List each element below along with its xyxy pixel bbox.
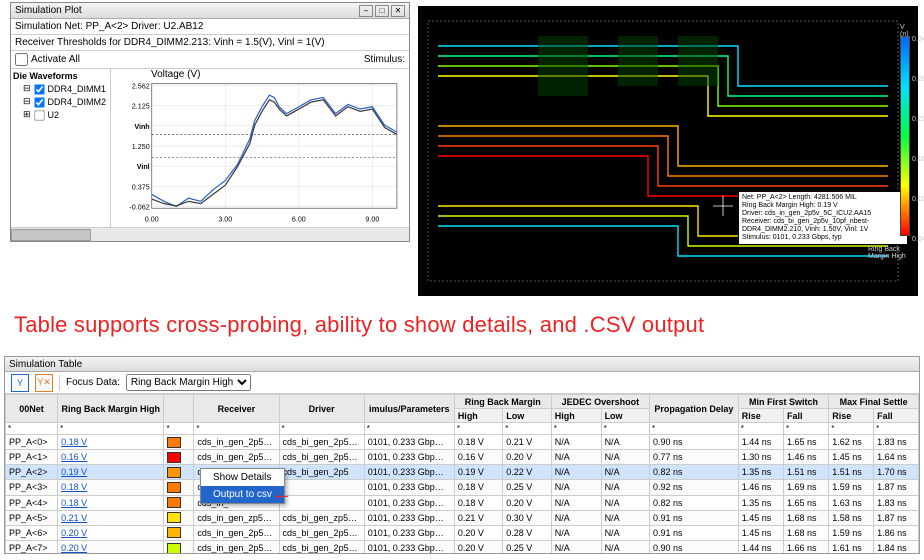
simulation-plot-window: Simulation Plot – □ ✕ Simulation Net: PP… [10,2,410,242]
column-filter-input[interactable] [602,423,649,434]
pcb-svg [418,6,918,296]
table-row[interactable]: PP_A<7>0.20 Vcds_in_gen_2p5…cds_bi_gen_2… [6,540,919,553]
die-tree-item[interactable]: ⊟ DDR4_DIMM2 [13,96,108,109]
color-legend: V (n) 0.340.280.220.160.100.04 Ring Back… [900,36,914,266]
arrow-annotation-icon: ← [272,483,292,506]
svg-text:0.00: 0.00 [145,216,159,224]
column-filter-input[interactable] [552,423,601,434]
svg-text:2.562: 2.562 [132,82,150,90]
column-header[interactable]: Fall [874,409,919,423]
column-header[interactable]: Low [503,409,551,423]
column-header[interactable]: Rise [738,409,783,423]
voltage-chart[interactable]: Voltage (V) -0.062 0.375 Vinl 1.250 Vinh 2.12… [111,69,409,227]
simulation-table-window: Simulation Table Y Y✕ Focus Data: Ring B… [4,356,920,554]
column-group-header[interactable]: imulus/Parameters [364,395,454,423]
svg-text:6.00: 6.00 [292,216,306,224]
simulation-grid[interactable]: 00NetRing Back Margin HighReceiverDriver… [5,394,919,553]
activate-all-checkbox[interactable]: Activate All [15,53,80,66]
svg-text:0.375: 0.375 [132,183,150,191]
column-filter-input[interactable] [365,423,454,434]
pcb-tooltip: Net: PP_A<2> Length: 4281.506 MIL Ring B… [738,191,908,245]
plot-title: Simulation Plot [15,5,357,16]
receiver-thresholds-line: Receiver Thresholds for DDR4_DIMM2.213: … [11,35,409,51]
table-row[interactable]: PP_A<1>0.16 Vcds_in_gen_2p5…cds_bi_gen_2… [6,450,919,465]
column-group-header[interactable]: 00Net [6,395,58,423]
column-group-header[interactable]: Driver [279,395,364,423]
die-checkbox[interactable] [34,84,44,94]
svg-text:-0.062: -0.062 [129,204,149,212]
column-filter-input[interactable] [739,423,783,434]
column-header[interactable]: High [454,409,502,423]
column-group-header[interactable] [164,395,194,423]
table-titlebar[interactable]: Simulation Table [5,357,919,372]
die-waveforms-header: Die Waveforms [13,71,108,81]
column-group-header[interactable]: Ring Back Margin [454,395,551,409]
table-toolbar: Y Y✕ Focus Data: Ring Back Margin High [5,372,919,394]
die-checkbox[interactable] [34,110,44,120]
column-group-header[interactable]: Min First Switch [738,395,829,409]
column-group-header[interactable]: Ring Back Margin High [58,395,164,423]
table-row[interactable]: PP_A<3>0.18 Vcds_in_0101, 0.233 Gbp…0.18… [6,480,919,495]
svg-text:Vinh: Vinh [134,123,149,131]
column-group-header[interactable]: JEDEC Overshoot [551,395,649,409]
die-tree-item[interactable]: ⊞ U2 [13,109,108,122]
chart-title: Voltage (V) [151,69,200,80]
focus-data-select[interactable]: Ring Back Margin High [126,374,251,391]
svg-text:2.125: 2.125 [132,103,150,111]
filter-button[interactable]: Y [11,374,29,392]
column-filter-input[interactable] [784,423,828,434]
die-checkbox[interactable] [34,97,44,107]
die-tree-item[interactable]: ⊟ DDR4_DIMM1 [13,83,108,96]
table-row[interactable]: PP_A<2>0.19 Vcds_in_gen_2p5cds_bi_gen_2p… [6,465,919,480]
chart-svg: -0.062 0.375 Vinl 1.250 Vinh 2.125 2.562 0.00 3.… [117,71,403,225]
column-filter-input[interactable] [164,423,193,434]
table-row[interactable]: PP_A<0>0.18 Vcds_in_gen_2p5…cds_bi_gen_2… [6,435,919,450]
pcb-layout-view[interactable]: Net: PP_A<2> Length: 4281.506 MIL Ring B… [418,6,918,296]
column-filter-input[interactable] [58,423,163,434]
maximize-button[interactable]: □ [375,5,389,17]
column-header[interactable]: Fall [783,409,828,423]
stimulus-label: Stimulus: [364,54,405,65]
table-row[interactable]: PP_A<4>0.18 Vcds_in_0101, 0.233 Gbp…0.18… [6,495,919,510]
column-header[interactable]: High [551,409,601,423]
column-filter-input[interactable] [194,423,278,434]
column-filter-input[interactable] [829,423,873,434]
plot-titlebar[interactable]: Simulation Plot – □ ✕ [11,3,409,19]
clear-filter-button[interactable]: Y✕ [35,374,53,392]
minimize-button[interactable]: – [359,5,373,17]
column-filter-input[interactable] [280,423,364,434]
column-filter-input[interactable] [650,423,738,434]
column-filter-input[interactable] [503,423,550,434]
close-button[interactable]: ✕ [391,5,405,17]
svg-text:9.00: 9.00 [365,216,379,224]
table-title: Simulation Table [9,359,82,370]
column-filter-input[interactable] [6,423,57,434]
table-row[interactable]: PP_A<6>0.20 Vcds_in_gen_2p5…cds_bi_gen_2… [6,525,919,540]
die-waveforms-panel: Die Waveforms ⊟ DDR4_DIMM1⊟ DDR4_DIMM2⊞ … [11,69,111,227]
svg-text:1.250: 1.250 [132,143,150,151]
column-group-header[interactable]: Propagation Delay [649,395,738,423]
svg-text:3.00: 3.00 [218,216,232,224]
activate-all-input[interactable] [15,53,28,66]
table-row[interactable]: PP_A<5>0.21 Vcds_in_gen_zp5…cds_bi_gen_z… [6,510,919,525]
column-header[interactable]: Rise [829,409,874,423]
sim-net-line: Simulation Net: PP_A<2> Driver: U2.AB12 [11,19,409,35]
column-filter-input[interactable] [455,423,502,434]
column-filter-input[interactable] [874,423,918,434]
column-header[interactable]: Low [601,409,649,423]
column-group-header[interactable]: Receiver [194,395,279,423]
focus-data-label: Focus Data: [66,377,120,388]
svg-text:Vinl: Vinl [137,163,150,171]
scrollbar-thumb[interactable] [11,229,91,241]
plot-horizontal-scrollbar[interactable] [11,227,409,241]
column-group-header[interactable]: Max Final Settle [829,395,919,409]
caption-text: Table supports cross-probing, ability to… [14,312,704,338]
